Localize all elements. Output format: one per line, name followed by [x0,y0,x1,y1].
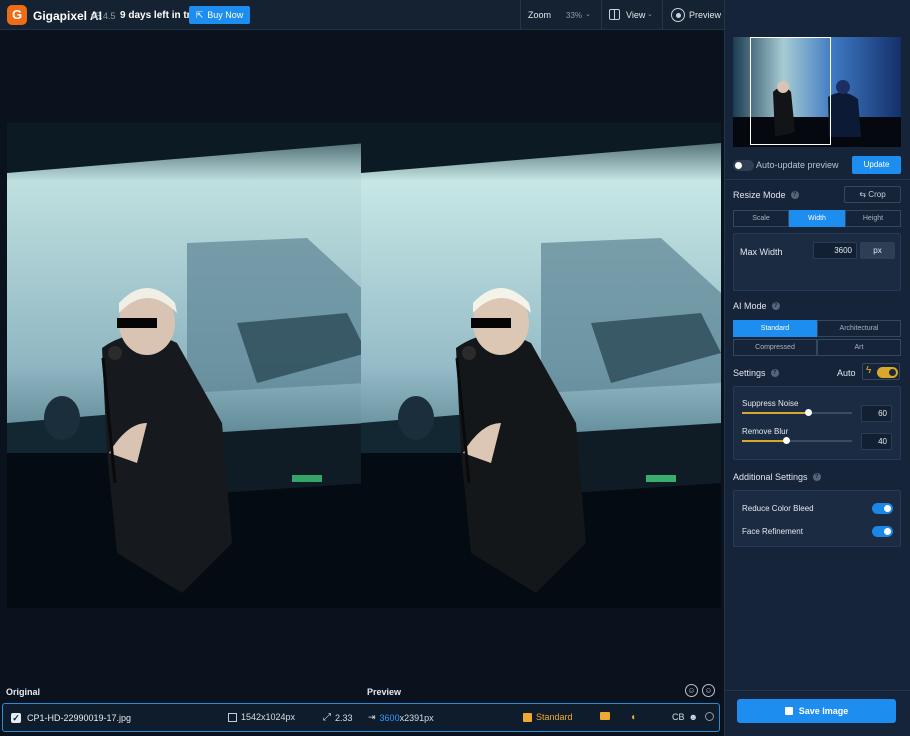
crop-button[interactable]: ⇆ Crop [844,186,901,203]
auto-label: Auto [837,368,856,378]
max-width-box: Max Width 3600 px [733,233,901,291]
scale-value: 2.33 [335,712,353,723]
original-size: 1542x1024px [228,712,295,722]
happy-face-icon[interactable]: ☺ [685,684,698,697]
enhancement-tags: CB ☻ [672,712,698,722]
update-button[interactable]: Update [852,156,901,174]
save-icon [784,707,793,715]
expand-icon: ⤢ [323,712,331,723]
unit-select[interactable]: px [860,242,895,259]
additional-settings-label: Additional Settings [733,472,808,482]
buy-now-button[interactable]: ⇱ Buy Now [189,6,250,24]
tab-scale[interactable]: Scale [733,210,789,227]
help-icon[interactable]: ? [790,191,799,199]
auto-update-toggle[interactable] [733,160,754,171]
settings-panel: Auto-update preview Update Resize Mode ?… [724,0,910,736]
model-indicator[interactable]: Standard [523,712,573,722]
toolbar-divider [520,0,521,30]
ai-mode-title: AI Mode ? [733,301,780,311]
view-menu-button[interactable]: View [626,10,645,20]
toolbar-divider [601,0,602,30]
external-link-icon: ⇱ [195,9,204,20]
suppress-noise-slider[interactable] [742,409,852,416]
file-row[interactable]: ✓ CP1-HD-22990019-17.jpg 1542x1024px ⤢ 2… [2,703,720,732]
remove-blur-value[interactable]: 40 [861,433,892,450]
drop-icon[interactable]: ◖ [630,712,636,723]
color-bleed-tag: CB [672,712,685,722]
resize-mode-title: Resize Mode ? [733,190,799,200]
ai-mode-art[interactable]: Art [817,339,901,356]
settings-label: Settings [733,368,766,378]
navigator-thumbnail[interactable] [733,37,901,147]
toolbar-divider [662,0,663,30]
original-size-value: 1542x1024px [241,712,296,722]
zoom-label: Zoom [528,10,552,20]
original-label: Original [6,687,41,697]
preview-image[interactable] [361,123,721,608]
remove-blur-slider[interactable] [742,437,852,444]
section-divider [725,690,910,691]
ai-mode-standard[interactable]: Standard [733,320,817,337]
face-refinement-toggle[interactable] [872,526,893,537]
preview-label: Preview [367,687,402,697]
model-name: Standard [536,712,573,722]
auto-settings-control[interactable]: ϟ [862,363,900,380]
help-icon[interactable]: ? [771,302,780,310]
section-divider [725,179,910,180]
save-image-button[interactable]: Save Image [737,699,896,723]
file-name: CP1-HD-22990019-17.jpg [27,713,132,723]
app-version: v5.4.5 [91,11,116,21]
scale-factor: ⤢ 2.33 [323,712,353,723]
ai-mode-compressed[interactable]: Compressed [733,339,817,356]
remove-blur-label: Remove Blur [742,427,789,436]
neutral-face-icon[interactable]: ☺ [702,684,715,697]
resize-mode-label: Resize Mode [733,190,786,200]
tab-height[interactable]: Height [845,210,901,227]
app-logo: G [7,5,27,25]
lightning-icon: ϟ [866,365,872,376]
chevron-down-icon[interactable]: ⌄ [585,10,591,18]
zoom-select[interactable]: 33% [566,11,582,20]
output-size-icon: ⇥ [368,712,376,722]
output-width: 3600 [379,712,400,723]
image-size-icon [228,712,237,722]
remove-icon[interactable] [705,712,714,721]
suppress-noise-label: Suppress Noise [742,399,799,408]
reduce-color-bleed-label: Reduce Color Bleed [742,504,814,513]
output-height: x2391px [399,712,434,723]
chevron-down-icon[interactable]: ⌄ [647,10,653,18]
save-image-label: Save Image [798,706,849,716]
crop-icon: ⇆ [859,190,867,199]
face-refinement-label: Face Refinement [742,527,803,536]
ai-mode-label: AI Mode [733,301,767,311]
eye-icon[interactable] [671,8,685,22]
preview-toggle-button[interactable]: Preview [689,10,721,20]
model-icon [523,712,532,722]
tab-width[interactable]: Width [789,210,845,227]
additional-settings-box: Reduce Color Bleed Face Refinement [733,490,901,547]
settings-title: Settings ? [733,368,779,378]
output-size: ⇥ 3600x2391px [368,712,434,723]
file-checkbox[interactable]: ✓ [11,713,21,723]
auto-update-label: Auto-update preview [756,160,839,170]
help-icon[interactable]: ? [812,473,821,481]
ai-mode-architectural[interactable]: Architectural [817,320,901,337]
folder-icon[interactable] [600,712,610,720]
help-icon[interactable]: ? [770,369,779,377]
split-view-icon[interactable] [609,9,620,20]
crop-label: Crop [868,190,886,199]
original-image[interactable] [7,123,367,608]
auto-settings-toggle[interactable] [877,367,898,378]
buy-now-label: Buy Now [207,10,244,20]
max-width-label: Max Width [740,247,783,257]
suppress-noise-value[interactable]: 60 [861,405,892,422]
face-icon: ☻ [688,712,698,722]
additional-settings-title: Additional Settings ? [733,472,821,482]
max-width-input[interactable]: 3600 [813,242,857,259]
viewport-indicator[interactable] [750,37,831,145]
reduce-color-bleed-toggle[interactable] [872,503,893,514]
enhancement-sliders-box: Suppress Noise 60 Remove Blur 40 [733,386,901,460]
